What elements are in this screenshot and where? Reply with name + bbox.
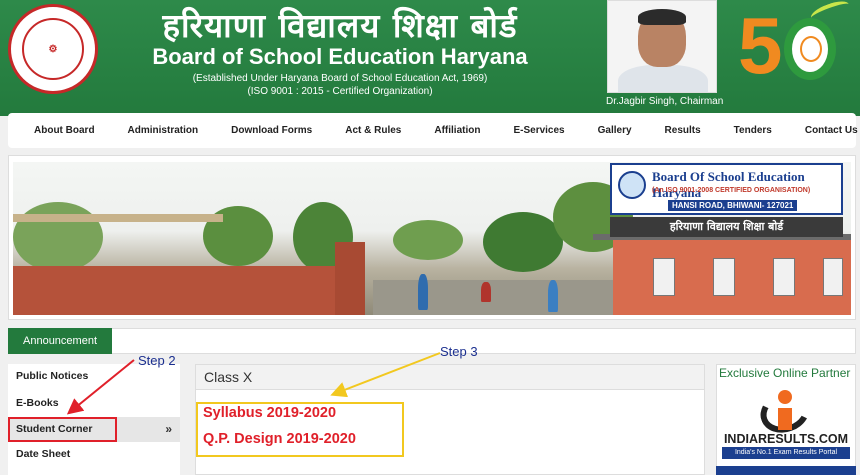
board-emblem-icon: ⚙ xyxy=(22,18,84,80)
main-navigation: About Board Administration Download Form… xyxy=(8,113,858,148)
iso-note: (ISO 9001 : 2015 - Certified Organizatio… xyxy=(247,86,433,97)
anniversary-emblem-icon xyxy=(784,18,836,80)
anniversary-number: 5 xyxy=(738,1,783,90)
building-sign-hindi: हरियाणा विद्यालय शिक्षा बोर्ड xyxy=(610,217,843,237)
campus-banner-image: Board Of School Education Haryana (An IS… xyxy=(13,162,851,315)
nav-download-forms[interactable]: Download Forms xyxy=(215,125,329,136)
board-logo[interactable]: ⚙ xyxy=(8,4,98,94)
sign-emblem-icon xyxy=(618,171,646,199)
qp-design-link[interactable]: Q.P. Design 2019-2020 xyxy=(203,431,356,447)
content-heading: Class X xyxy=(196,365,704,390)
indiaresults-bar-icon xyxy=(778,408,792,430)
nav-contact-us[interactable]: Contact Us xyxy=(788,125,860,136)
chairman-photo xyxy=(607,0,717,93)
sidebar-item-date-sheet[interactable]: Date Sheet xyxy=(8,442,180,467)
announcement-tab[interactable]: Announcement xyxy=(8,328,112,354)
sidebar-item-label: Date Sheet xyxy=(16,448,71,460)
partner-heading: Exclusive Online Partner xyxy=(719,366,851,380)
sidebar-item-e-books[interactable]: E-Books xyxy=(8,391,180,416)
site-header: ⚙ हरियाणा विद्यालय शिक्षा बोर्ड Board of… xyxy=(0,0,860,116)
sidebar-item-label: E-Books xyxy=(16,397,59,409)
nav-gallery[interactable]: Gallery xyxy=(581,125,648,136)
sign-subtitle: (An ISO 9001-2008 CERTIFIED ORGANISATION… xyxy=(652,187,811,194)
syllabus-link[interactable]: Syllabus 2019-2020 xyxy=(203,405,336,421)
sign-address: HANSI ROAD, BHIWANI- 127021 xyxy=(668,200,798,211)
site-title-hindi: हरियाणा विद्यालय शिक्षा बोर्ड xyxy=(162,6,518,45)
indiaresults-banner[interactable]: INDIARESULTS.COM India's No.1 Exam Resul… xyxy=(720,384,852,462)
chairman-caption: Dr.Jagbir Singh, Chairman xyxy=(606,96,724,107)
step2-label: Step 2 xyxy=(138,353,176,368)
partner-tagline: India's No.1 Exam Results Portal xyxy=(722,447,850,459)
nav-administration[interactable]: Administration xyxy=(111,125,215,136)
building-sign: Board Of School Education Haryana (An IS… xyxy=(610,163,843,215)
nav-about-board[interactable]: About Board xyxy=(8,125,111,136)
announcement-bar xyxy=(8,328,856,354)
step2-highlight-box xyxy=(8,417,117,442)
nav-tenders[interactable]: Tenders xyxy=(717,125,788,136)
golden-jubilee-logo: 5 xyxy=(738,0,852,90)
site-title-english: Board of School Education Haryana xyxy=(152,44,528,69)
nav-e-services[interactable]: E-Services xyxy=(497,125,581,136)
sidebar-item-label: Public Notices xyxy=(16,370,89,382)
nav-act-rules[interactable]: Act & Rules xyxy=(329,125,418,136)
partner-name: INDIARESULTS.COM xyxy=(723,432,849,446)
established-note: (Established Under Haryana Board of Scho… xyxy=(192,73,488,84)
chevron-right-icon: » xyxy=(165,422,172,436)
step3-label: Step 3 xyxy=(440,344,478,359)
partner-footer-strip xyxy=(716,466,856,475)
nav-results[interactable]: Results xyxy=(648,125,717,136)
indiaresults-dot-icon xyxy=(778,390,792,404)
nav-affiliation[interactable]: Affiliation xyxy=(418,125,497,136)
sign-title: Board Of School Education Haryana xyxy=(652,169,805,200)
